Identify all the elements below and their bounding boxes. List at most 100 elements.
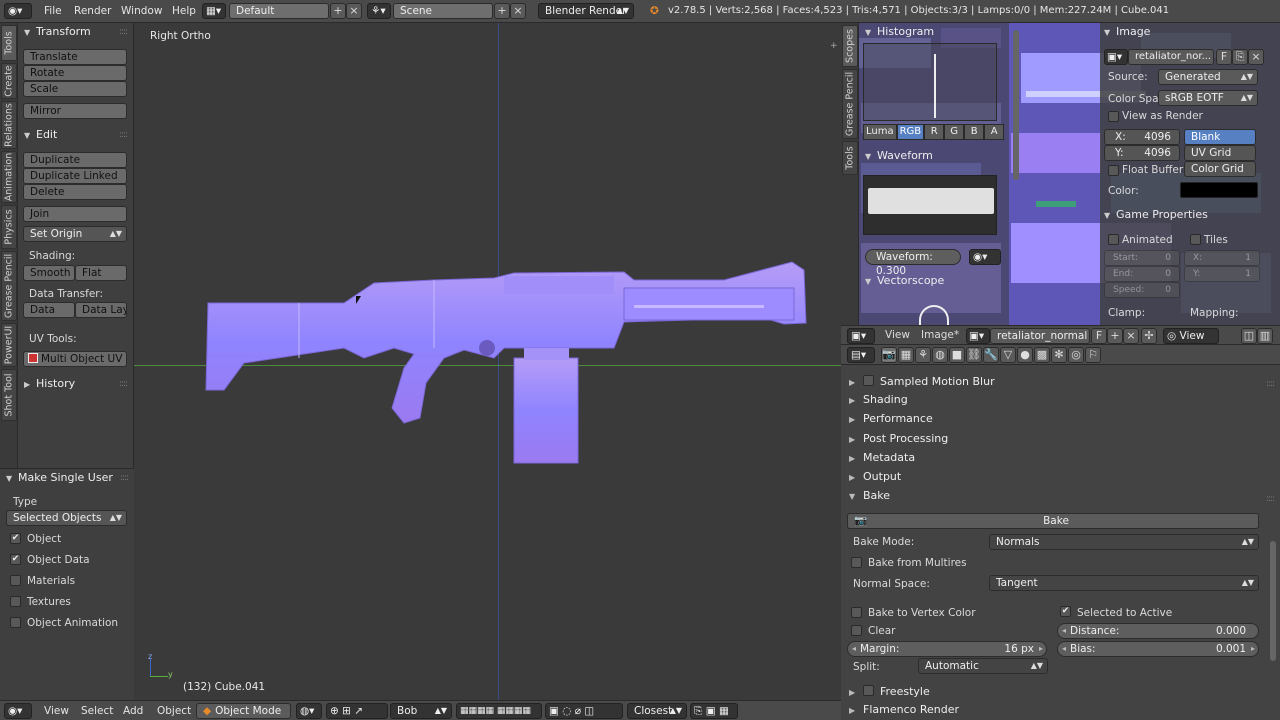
material-tab-icon[interactable]: ● [1017,347,1033,363]
float-buffer-checkbox[interactable] [1108,165,1119,176]
render-tab-icon[interactable]: 📷 [881,347,897,363]
editor-type-image[interactable]: ▣▾ [847,328,875,344]
channel-r-button[interactable]: R [924,124,945,140]
particles-tab-icon[interactable]: ✻ [1051,347,1067,363]
height-field[interactable]: Y: 4096 [1104,145,1180,161]
menu-view[interactable]: View [44,705,69,717]
rotate-button[interactable]: Rotate [23,65,127,81]
scene-tab-icon[interactable]: ⚘ [915,347,931,363]
menu-select[interactable]: Select [81,705,113,717]
animated-checkbox[interactable] [1108,234,1119,245]
image-browse-icon[interactable]: ▣▾ [1104,49,1128,65]
tab-tools-image[interactable]: Tools [842,141,858,175]
unlink-image-icon[interactable]: × [1248,49,1264,65]
set-origin-dropdown[interactable]: Set Origin ▲▼ [23,226,127,242]
bake-section[interactable]: ▼ Bake [849,489,890,502]
3d-viewport[interactable]: Right Ortho + z y (132) Cube.041 [134,23,841,700]
bake-mode-dropdown[interactable]: Normals ▲▼ [989,534,1259,550]
drag-grip-icon[interactable]: :::: [119,379,128,389]
split-dropdown[interactable]: Automatic ▲▼ [918,658,1048,674]
duplicate-linked-button[interactable]: Duplicate Linked [23,168,127,184]
viewport-shading-select[interactable]: ◍▾ [296,703,322,719]
add-scene-icon[interactable]: + [494,3,510,19]
flat-button[interactable]: Flat [75,265,127,281]
tiles-y-field[interactable]: Y: 1 [1184,266,1260,282]
gen-uv-grid-button[interactable]: UV Grid [1184,145,1256,161]
normal-space-dropdown[interactable]: Tangent ▲▼ [989,575,1259,591]
post-processing-section[interactable]: ▶ Post Processing [849,432,948,445]
join-button[interactable]: Join [23,206,127,222]
toggle-properties-icon[interactable]: + [830,41,838,51]
edit-panel-header[interactable]: ▼ Edit [24,126,57,144]
remove-layout-icon[interactable]: × [346,3,362,19]
image-name-field[interactable]: retaliator_nor... [1128,49,1214,65]
freestyle-section[interactable]: ▶ Freestyle [849,684,930,698]
object-checkbox[interactable]: ✔ [10,533,21,544]
tab-relations[interactable]: Relations [1,101,17,149]
modifiers-tab-icon[interactable]: 🔧 [983,347,999,363]
channel-a-button[interactable]: A [984,124,1005,140]
open-image-icon[interactable]: ⎘ [1232,49,1248,65]
display-channels-icon[interactable]: ◫ [1241,328,1257,344]
pin-icon[interactable]: ✢ [1141,328,1157,344]
performance-section[interactable]: ▶ Performance [849,412,933,425]
world-tab-icon[interactable]: ◍ [932,347,948,363]
channel-luma-button[interactable]: Luma [863,124,897,140]
physics-tab-icon[interactable]: ◎ [1068,347,1084,363]
layer-buttons[interactable]: ▦▦▦▦ ▦▦▦▦ [456,703,542,719]
view-mode-select[interactable]: ◎ View ▴▾ [1163,328,1219,356]
tiles-checkbox[interactable] [1190,234,1201,245]
view-as-render-checkbox[interactable] [1108,111,1119,122]
transform-orientation-select[interactable]: Bob ▲▼ [390,703,452,719]
render-engine-select[interactable]: Blender Render ▲▼ [538,3,634,19]
add-layout-icon[interactable]: + [330,3,346,19]
bake-from-multires-checkbox[interactable] [851,557,862,568]
mirror-button[interactable]: Mirror [23,103,127,119]
make-single-user-header[interactable]: ▼ Make Single User [6,469,113,487]
snap-target-select[interactable]: Closest ▲▼ [627,703,687,719]
remove-scene-icon[interactable]: × [510,3,526,19]
waveform-opacity-slider[interactable]: Waveform: 0.300 [865,249,961,277]
tab-shot-tool[interactable]: Shot Tool [1,369,17,421]
render-preview-icons[interactable]: ⎘ ▣ ▦ [690,703,738,719]
flamenco-render-section[interactable]: ▶ Flamenco Render [849,703,959,716]
source-dropdown[interactable]: Generated ▲▼ [1158,69,1258,85]
drag-grip-icon[interactable]: :::: [119,27,128,37]
object-animation-checkbox[interactable] [10,617,21,628]
color-swatch[interactable] [1180,182,1258,198]
drag-grip-icon[interactable]: :::: [119,130,128,140]
scopes-scrollbar[interactable] [1013,30,1019,180]
data-layout-button[interactable]: Data Layo [75,302,127,318]
drag-grip-icon[interactable]: :::: [1266,494,1275,504]
data-tab-icon[interactable]: ▽ [1000,347,1016,363]
distance-field[interactable]: ◂ Distance: 0.000 [1057,623,1259,639]
menu-render[interactable]: Render [74,5,111,17]
retaliator-model[interactable] [204,258,814,468]
scene-icon[interactable]: ⚘▾ [367,3,391,19]
speed-field[interactable]: Speed: 0 [1104,282,1180,298]
drag-grip-icon[interactable]: :::: [120,473,129,483]
object-tab-icon[interactable]: ■ [949,347,965,363]
image-name-header-field[interactable]: retaliator_normal [990,328,1090,344]
menu-add[interactable]: Add [123,705,143,717]
layout-icon[interactable]: ▦▾ [202,3,226,19]
bake-button[interactable]: 📷 Bake [847,513,1259,529]
channel-b-button[interactable]: B [964,124,985,140]
delete-button[interactable]: Delete [23,184,127,200]
tab-scopes[interactable]: Scopes [842,25,858,67]
snap-toggle-icons[interactable]: ▣ ◌ ⌀ ◫ [545,703,623,719]
histogram-header[interactable]: ▼ Histogram [865,23,934,41]
margin-field[interactable]: ◂ Margin: 16 px ▸ [847,641,1047,657]
menu-file[interactable]: File [44,5,62,17]
unlink-image-header-icon[interactable]: × [1123,328,1139,344]
menu-help[interactable]: Help [172,5,196,17]
translate-button[interactable]: Translate [23,49,127,65]
image-menu-view[interactable]: View [885,329,910,341]
start-field[interactable]: Start: 0 [1104,250,1180,266]
shading-section[interactable]: ▶ Shading [849,393,908,406]
constraints-tab-icon[interactable]: ⛓ [966,347,982,363]
bias-field[interactable]: ◂ Bias: 0.001 ▸ [1057,641,1259,657]
waveform-mode-select[interactable]: ◉▾ [969,249,1001,265]
tiles-x-field[interactable]: X: 1 [1184,250,1260,266]
sampled-motion-blur-section[interactable]: ▶ Sampled Motion Blur [849,374,995,388]
